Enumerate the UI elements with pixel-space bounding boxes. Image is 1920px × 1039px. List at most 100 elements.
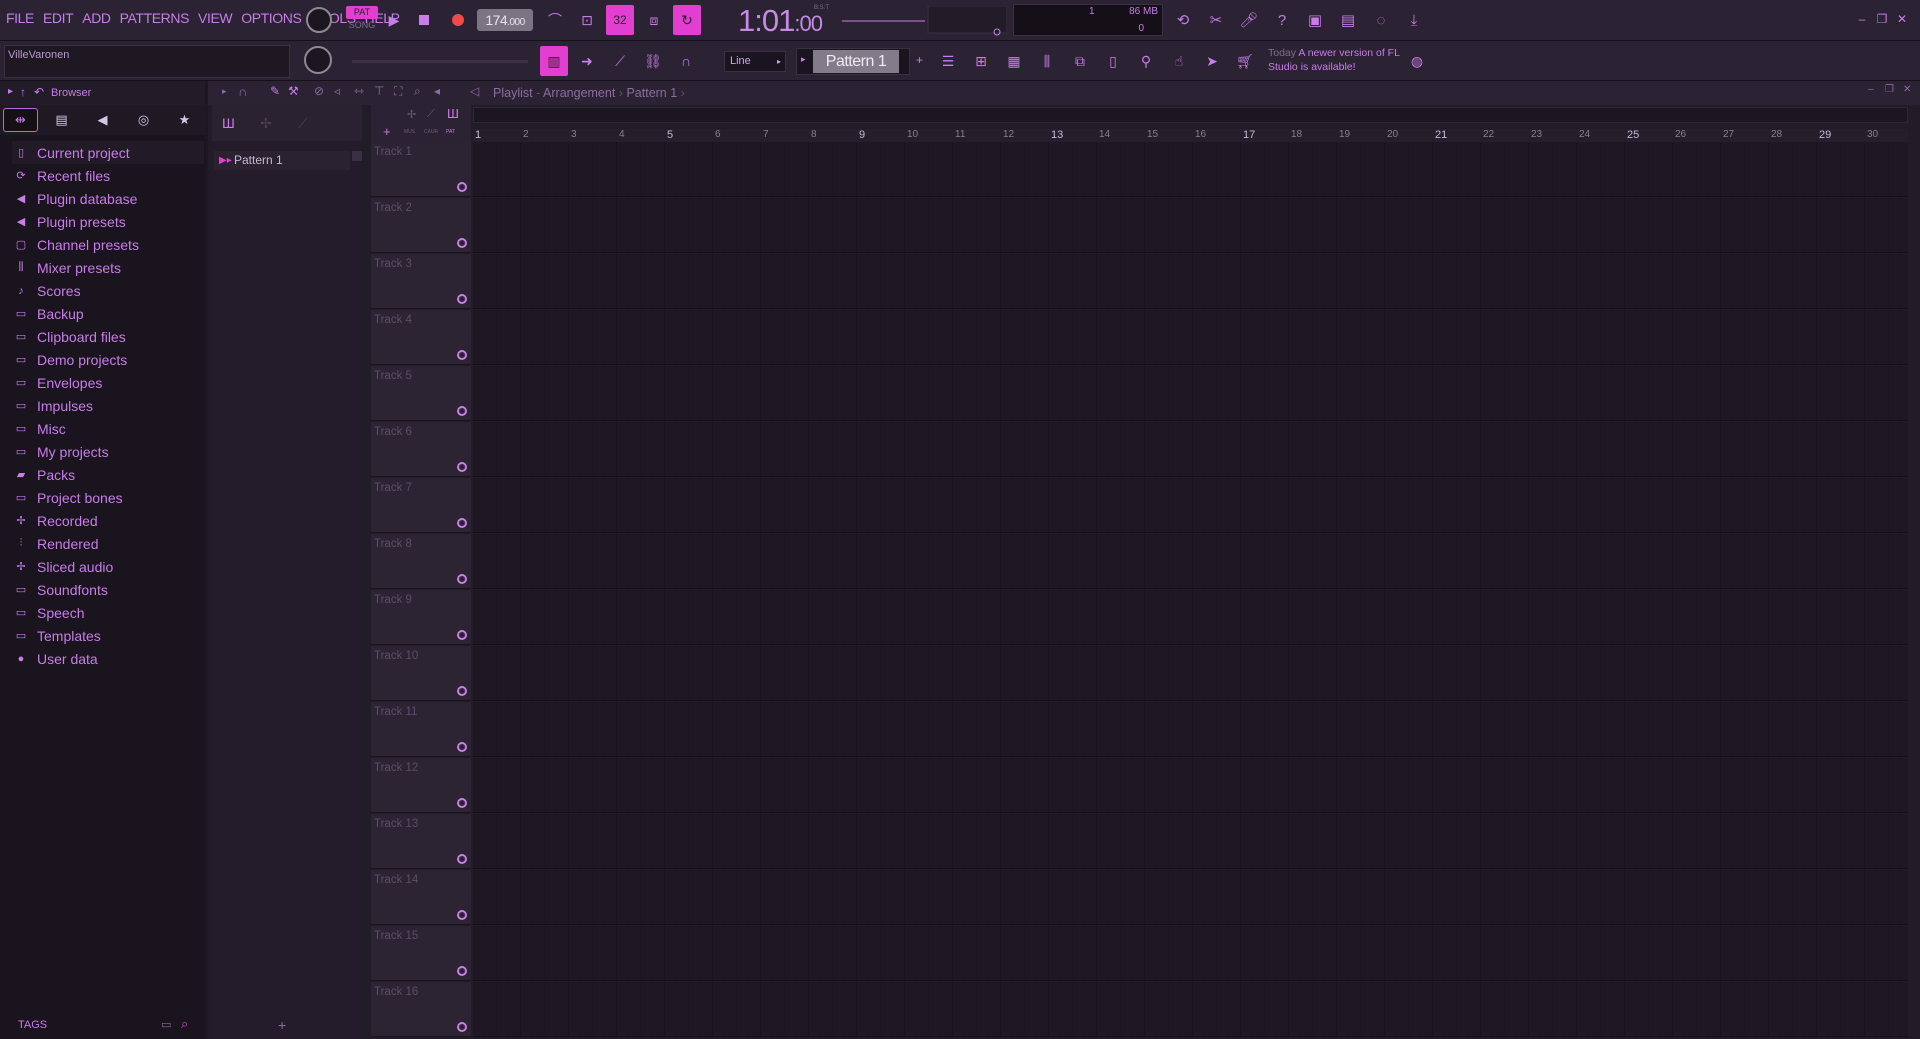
cut-button[interactable]: ✂	[1203, 7, 1229, 33]
browser-item-impulses[interactable]: ▭ Impulses	[12, 394, 204, 417]
restore-icon[interactable]: ❐	[1885, 84, 1894, 95]
master-volume-knob[interactable]	[306, 7, 332, 33]
automation-icon[interactable]: ⟋	[298, 115, 308, 132]
mixer-button[interactable]: ⫼	[1033, 46, 1061, 76]
track-header[interactable]: Track 5	[371, 366, 471, 421]
browser-toggle-button[interactable]: ⧉	[1066, 46, 1094, 76]
track-header[interactable]: Track 10	[371, 646, 471, 701]
piano-roll-button[interactable]: ⊞	[967, 46, 995, 76]
slide-button[interactable]: ⟋	[606, 46, 634, 76]
track-lane[interactable]	[473, 366, 1908, 421]
master-pitch-slider[interactable]	[352, 60, 528, 63]
tags-label[interactable]: TAGS	[18, 1019, 47, 1031]
timeline-ruler[interactable]: 1 2 3 4 5 6 7 8 9 10 11 12 13 14 15 16 17 18 19 20 21 22 23 24 2…	[473, 129, 1908, 142]
add-track-icon[interactable]: +	[383, 124, 391, 139]
browser-item-current-project[interactable]: ▯ Current project	[12, 141, 204, 164]
browser-item-demo-projects[interactable]: ▭ Demo projects	[12, 348, 204, 371]
track-mute-button[interactable]	[457, 294, 467, 304]
browser-item-packs[interactable]: ▰ Packs	[12, 463, 204, 486]
track-mute-button[interactable]	[457, 238, 467, 248]
track-mute-button[interactable]	[457, 742, 467, 752]
browser-item-rendered[interactable]: ⫶ Rendered	[12, 532, 204, 555]
brush-icon[interactable]: ⚒	[288, 84, 299, 98]
tab-plugins[interactable]: ◀	[82, 105, 123, 135]
song-position[interactable]: 1:01:00	[738, 3, 823, 39]
browser-item-mixer-presets[interactable]: ⫼ Mixer presets	[12, 256, 204, 279]
project-button[interactable]: ▯	[1099, 46, 1127, 76]
magnet-icon[interactable]: ∩	[238, 84, 247, 99]
track-lane[interactable]	[473, 534, 1908, 589]
track-mute-button[interactable]	[457, 1022, 467, 1032]
track-mute-button[interactable]	[457, 518, 467, 528]
pat-song-switch[interactable]: PAT SONG	[346, 6, 378, 34]
collapse-icon[interactable]: ▸	[222, 86, 227, 97]
collapse-icon[interactable]: ▸	[8, 86, 13, 97]
online-button[interactable]: ◍	[1403, 46, 1431, 76]
track-header[interactable]: Track 3	[371, 254, 471, 309]
link-button[interactable]: ⛓	[639, 46, 667, 76]
mode-pattern-icon[interactable]: Ш	[447, 106, 459, 121]
browser-item-soundfonts[interactable]: ▭ Soundfonts	[12, 578, 204, 601]
track-lane[interactable]	[473, 422, 1908, 477]
track-header[interactable]: Track 6	[371, 422, 471, 477]
track-lane[interactable]	[473, 646, 1908, 701]
track-mute-button[interactable]	[457, 686, 467, 696]
browser-item-envelopes[interactable]: ▭ Envelopes	[12, 371, 204, 394]
back-icon[interactable]: ↶	[34, 85, 44, 99]
piano-icon[interactable]: Ш	[222, 115, 235, 131]
pencil-icon[interactable]: ✎	[270, 84, 280, 98]
vertical-scrollbar[interactable]	[1908, 129, 1920, 1039]
browser-item-my-projects[interactable]: ▭ My projects	[12, 440, 204, 463]
snap-button[interactable]: ∩	[672, 46, 700, 76]
help-button[interactable]: ?	[1269, 7, 1295, 33]
save-as-button[interactable]: ▤	[1335, 7, 1361, 33]
track-header[interactable]: Track 16	[371, 982, 471, 1037]
track-lane[interactable]	[473, 254, 1908, 309]
minimize-icon[interactable]: –	[1868, 84, 1874, 95]
browser-item-user-data[interactable]: ● User data	[12, 647, 204, 670]
track-mute-button[interactable]	[457, 966, 467, 976]
song-mode[interactable]: SONG	[346, 19, 378, 32]
browser-item-recorded[interactable]: ✢ Recorded	[12, 509, 204, 532]
pat-mode[interactable]: PAT	[346, 6, 378, 19]
close-button[interactable]: ✕	[1894, 11, 1910, 27]
track-mute-button[interactable]	[457, 798, 467, 808]
undo-button[interactable]: ⟲	[1170, 7, 1196, 33]
microphone-button[interactable]: 🎤︎	[1236, 7, 1262, 33]
mute-icon[interactable]: ◃	[334, 84, 340, 98]
menu-file[interactable]: FILE	[6, 10, 34, 26]
download-button[interactable]: ⤓	[1401, 7, 1427, 33]
track-header[interactable]: Track 4	[371, 310, 471, 365]
tempo-display[interactable]: 174.000	[477, 9, 533, 31]
track-header[interactable]: Track 1	[371, 142, 471, 197]
menu-patterns[interactable]: PATTERNS	[120, 10, 190, 26]
track-mute-button[interactable]	[457, 574, 467, 584]
folder-icon[interactable]: ▭	[161, 1018, 171, 1031]
tab-favorites[interactable]: ★	[164, 105, 205, 135]
browser-item-recent-files[interactable]: ⟳ Recent files	[12, 164, 204, 187]
up-arrow-icon[interactable]: ↑	[20, 85, 26, 99]
step-edit-button[interactable]: 32	[606, 5, 634, 35]
update-notice[interactable]: Today A newer version of FL Studio is av…	[1268, 46, 1408, 74]
browser-item-misc[interactable]: ▭ Misc	[12, 417, 204, 440]
record-button[interactable]	[445, 7, 471, 33]
track-mute-button[interactable]	[457, 350, 467, 360]
add-pattern-icon[interactable]: +	[916, 53, 923, 67]
play-button[interactable]: ▶	[381, 7, 407, 33]
browser-item-sliced-audio[interactable]: ✢ Sliced audio	[12, 555, 204, 578]
restore-button[interactable]: ❐	[1874, 11, 1890, 27]
search-icon[interactable]: ⌕	[181, 1016, 188, 1032]
track-lane[interactable]	[473, 870, 1908, 925]
delete-icon[interactable]: ⊘	[314, 84, 324, 98]
track-lane[interactable]	[473, 590, 1908, 645]
menu-add[interactable]: ADD	[82, 10, 111, 26]
playlist-button[interactable]: ▥	[540, 46, 568, 76]
track-mute-button[interactable]	[457, 630, 467, 640]
track-header[interactable]: Track 15	[371, 926, 471, 981]
track-lane[interactable]	[473, 702, 1908, 757]
plugin-button[interactable]: ⚲	[1132, 46, 1160, 76]
tab-project[interactable]: ▤	[41, 105, 82, 135]
track-lane[interactable]	[473, 926, 1908, 981]
track-lane[interactable]	[473, 758, 1908, 813]
blend-notes-button[interactable]: ⧈	[640, 5, 668, 35]
